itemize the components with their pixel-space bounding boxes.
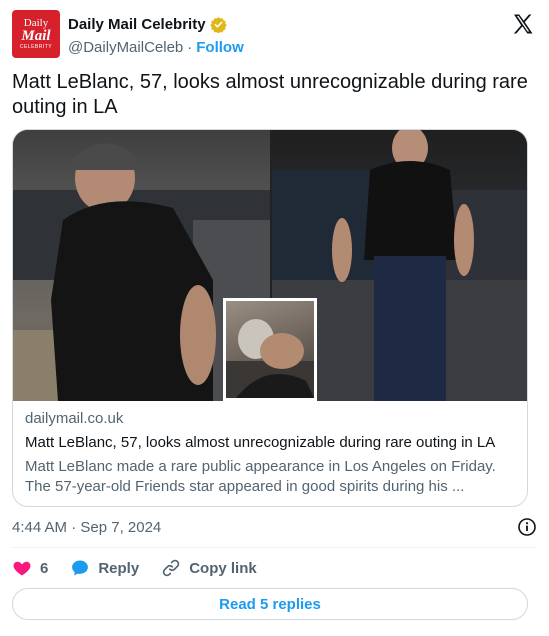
avatar-text-line1: Daily	[23, 16, 49, 29]
avatar[interactable]: Daily Mail CELEBRITY	[12, 10, 60, 58]
action-bar: 6 Reply Copy link	[12, 556, 279, 580]
photo-inset	[223, 298, 317, 401]
verified-badge-icon	[209, 16, 227, 33]
handle[interactable]: @DailyMailCeleb	[68, 39, 183, 56]
card-domain: dailymail.co.uk	[25, 410, 124, 427]
copy-link-label: Copy link	[189, 559, 257, 577]
card-description: Matt LeBlanc made a rare public appearan…	[25, 458, 496, 495]
reply-label: Reply	[98, 559, 140, 577]
author-info: Daily Mail Celebrity @DailyMailCeleb · F…	[68, 14, 244, 57]
card-meta: dailymail.co.uk Matt LeBlanc, 57, looks …	[13, 401, 527, 497]
link-icon	[161, 558, 181, 578]
tweet-text: Matt LeBlanc, 57, looks almost unrecogni…	[12, 71, 528, 118]
like-count: 6	[40, 559, 49, 577]
reply-button[interactable]: Reply	[70, 558, 139, 578]
read-replies-button[interactable]: Read 5 replies	[12, 588, 528, 620]
timestamp-row: 4:44 AM · Sep 7, 2024	[12, 515, 537, 539]
tweet-header: Daily Mail CELEBRITY Daily Mail Celebrit…	[12, 10, 537, 58]
avatar-text-line2: Mail	[21, 27, 51, 44]
heart-icon	[12, 558, 32, 578]
display-name[interactable]: Daily Mail Celebrity	[68, 16, 206, 33]
card-title: Matt LeBlanc, 57, looks almost unrecogni…	[25, 434, 496, 451]
info-icon[interactable]	[517, 517, 537, 537]
speech-bubble-icon	[70, 558, 90, 578]
tweet-embed: Daily Mail CELEBRITY Daily Mail Celebrit…	[0, 0, 549, 636]
follow-button[interactable]: Follow	[196, 39, 244, 56]
divider	[12, 547, 537, 548]
like-button[interactable]: 6	[12, 558, 48, 578]
copy-link-button[interactable]: Copy link	[161, 558, 257, 578]
card-image[interactable]	[13, 130, 527, 401]
separator: ·	[187, 38, 193, 56]
timestamp[interactable]: 4:44 AM · Sep 7, 2024	[12, 519, 161, 536]
link-card[interactable]: dailymail.co.uk Matt LeBlanc, 57, looks …	[12, 129, 528, 507]
x-logo-icon[interactable]	[511, 12, 535, 36]
avatar-text-line3: CELEBRITY	[19, 43, 53, 50]
